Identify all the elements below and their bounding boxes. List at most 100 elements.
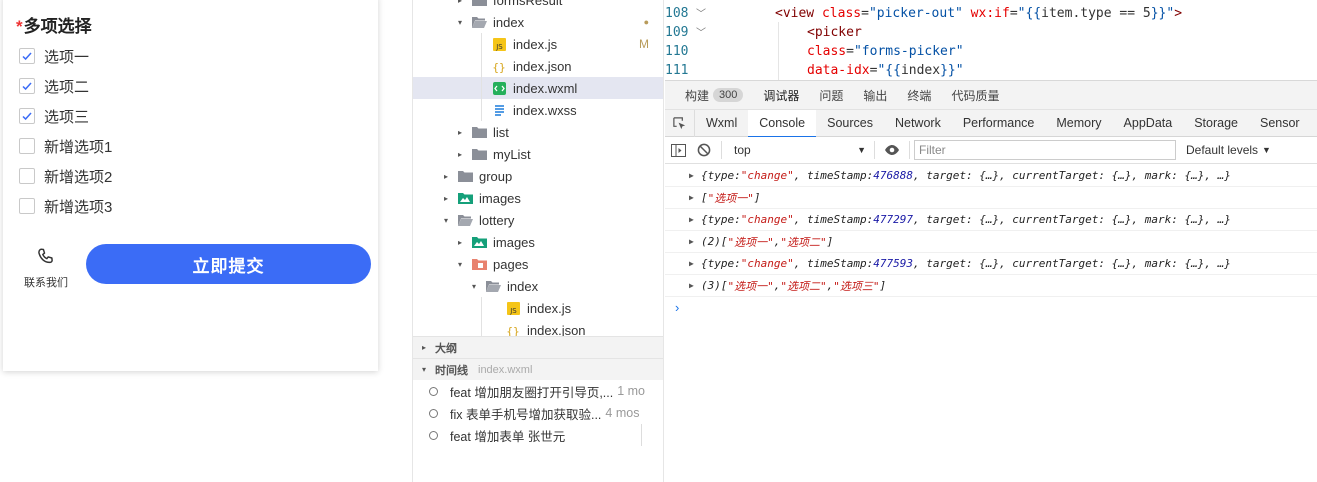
panel-tab[interactable]: 调试器: [763, 87, 799, 104]
console-output: ▶{type: "change", timeStamp: 476888, tar…: [665, 165, 1317, 317]
devtools-tab-sensor[interactable]: Sensor: [1249, 110, 1311, 137]
live-expression-button[interactable]: [879, 137, 905, 164]
tree-file[interactable]: index.wxss: [413, 99, 663, 121]
expand-arrow-icon[interactable]: ▶: [689, 171, 699, 180]
chevron-down-icon[interactable]: ▾: [441, 216, 451, 225]
panel-tab[interactable]: 问题: [819, 87, 843, 104]
checkbox-option[interactable]: 选项二: [19, 75, 89, 97]
fold-chevron-icon[interactable]: ﹀: [696, 24, 708, 39]
console-message[interactable]: ▶{type: "change", timeStamp: 477297, tar…: [665, 209, 1317, 231]
console-message[interactable]: ▶{type: "change", timeStamp: 476888, tar…: [665, 165, 1317, 187]
checkbox-unchecked[interactable]: [19, 138, 35, 154]
panel-tab[interactable]: 终端: [907, 87, 931, 104]
chevron-right-icon[interactable]: ▸: [441, 194, 451, 203]
console-prompt[interactable]: ›: [665, 297, 1317, 317]
tree-folder[interactable]: ▸ list: [413, 121, 663, 143]
devtools-tab-memory[interactable]: Memory: [1045, 110, 1112, 137]
timeline-item[interactable]: feat 增加朋友圈打开引导页,... 1 mo: [413, 380, 663, 402]
console-message[interactable]: ▶{type: "change", timeStamp: 477593, tar…: [665, 253, 1317, 275]
tree-folder[interactable]: ▸ group: [413, 165, 663, 187]
checkbox-checked[interactable]: [19, 48, 35, 64]
devtools-tab-wxml[interactable]: Wxml: [695, 110, 748, 137]
tree-folder[interactable]: ▸ images: [413, 231, 663, 253]
folder-icon: [471, 149, 487, 160]
inspect-element-button[interactable]: [665, 109, 695, 137]
object-key: , currentTarget: {…}: [999, 213, 1132, 226]
devtools-tab-sources[interactable]: Sources: [816, 110, 884, 137]
expand-arrow-icon[interactable]: ▶: [689, 237, 699, 246]
checkbox-checked[interactable]: [19, 78, 35, 94]
checkbox-option[interactable]: 选项一: [19, 45, 89, 67]
chevron-right-icon[interactable]: ▸: [455, 0, 465, 5]
devtools-tab-appdata[interactable]: AppData: [1113, 110, 1184, 137]
chevron-right-icon[interactable]: ▸: [455, 150, 465, 159]
checkbox-option[interactable]: 新增选项3: [19, 195, 112, 217]
tree-folder[interactable]: ▸ myList: [413, 143, 663, 165]
file-type-icon: [471, 235, 487, 249]
required-mark: *: [16, 17, 23, 36]
tree-file[interactable]: {} index.json: [413, 55, 663, 77]
chevron-right-icon[interactable]: ▸: [441, 172, 451, 181]
folder-icon: [471, 0, 487, 6]
tree-folder[interactable]: ▸ images: [413, 187, 663, 209]
file-type-icon: [457, 191, 473, 205]
timeline-section[interactable]: ▾ 时间线 index.wxml: [413, 358, 663, 380]
checkbox-option[interactable]: 选项三: [19, 105, 89, 127]
brace: {: [701, 169, 708, 182]
contact-us-button[interactable]: 联系我们: [21, 246, 71, 290]
context-select[interactable]: top ▼: [730, 140, 870, 160]
brace: }: [1224, 213, 1231, 226]
devtools-tab-storage[interactable]: Storage: [1183, 110, 1249, 137]
checkbox-unchecked[interactable]: [19, 198, 35, 214]
devtools-tab-network[interactable]: Network: [884, 110, 952, 137]
tree-folder[interactable]: ▾ pages: [413, 253, 663, 275]
devtools-tab-performance[interactable]: Performance: [952, 110, 1046, 137]
expand-arrow-icon[interactable]: ▶: [689, 259, 699, 268]
checkbox-option[interactable]: 新增选项2: [19, 165, 112, 187]
tree-folder[interactable]: ▾ index: [413, 275, 663, 297]
tree-file[interactable]: index.wxml: [413, 77, 663, 99]
image-folder-icon: [471, 237, 487, 248]
console-message[interactable]: ▶ (2) ["选项一", "选项二"]: [665, 231, 1317, 253]
tree-file[interactable]: JS index.js M: [413, 33, 663, 55]
chevron-down-icon[interactable]: ▾: [469, 282, 479, 291]
chevron-right-icon[interactable]: ▸: [455, 238, 465, 247]
submit-button[interactable]: 立即提交: [86, 244, 371, 284]
tree-folder[interactable]: ▸ formsResult: [413, 0, 663, 11]
outline-section[interactable]: ▸ 大纲: [413, 336, 663, 358]
tree-folder[interactable]: ▾ index ●: [413, 11, 663, 33]
checkbox-unchecked[interactable]: [19, 168, 35, 184]
indent-guide: [778, 22, 779, 80]
console-message[interactable]: ▶ (3) ["选项一", "选项二", "选项三"]: [665, 275, 1317, 297]
devtools-tab-console[interactable]: Console: [748, 109, 817, 138]
filter-input[interactable]: [914, 140, 1176, 160]
log-levels-select[interactable]: Default levels ▼: [1186, 143, 1271, 157]
tree-file[interactable]: JS index.js: [413, 297, 663, 319]
chevron-down-icon[interactable]: ▾: [455, 260, 465, 269]
fold-chevron-icon[interactable]: ﹀: [696, 5, 708, 20]
chevron-right-icon[interactable]: ▸: [455, 128, 465, 137]
string-value: "选项一": [707, 191, 754, 205]
panel-tab[interactable]: 输出: [863, 87, 887, 104]
console-message[interactable]: ▶["选项一"]: [665, 187, 1317, 209]
tree-folder[interactable]: ▾ lottery: [413, 209, 663, 231]
scrollbar-track: [641, 424, 642, 446]
code-line-110: class="forms-picker": [807, 44, 964, 59]
timeline-item[interactable]: feat 增加表单 张世元: [413, 424, 663, 446]
timeline-item[interactable]: fix 表单手机号增加获取验... 4 mos: [413, 402, 663, 424]
checkbox-checked[interactable]: [19, 108, 35, 124]
panel-tab[interactable]: 代码质量: [951, 87, 999, 104]
object-key: , …: [1204, 169, 1225, 182]
sidebar-toggle-button[interactable]: [665, 137, 691, 164]
comma: ,: [773, 279, 781, 292]
folder-icon: [457, 171, 473, 182]
code-editor[interactable]: 108 ﹀ 109 ﹀ 110 111 <view class="picker-out" …: [665, 0, 1317, 80]
expand-arrow-icon[interactable]: ▶: [689, 281, 699, 290]
expand-arrow-icon[interactable]: ▶: [689, 193, 699, 202]
chevron-down-icon[interactable]: ▾: [455, 18, 465, 27]
panel-tab[interactable]: 构建 300: [685, 87, 744, 104]
check-icon: [22, 82, 32, 91]
checkbox-option[interactable]: 新增选项1: [19, 135, 112, 157]
clear-console-button[interactable]: [691, 137, 717, 164]
expand-arrow-icon[interactable]: ▶: [689, 215, 699, 224]
